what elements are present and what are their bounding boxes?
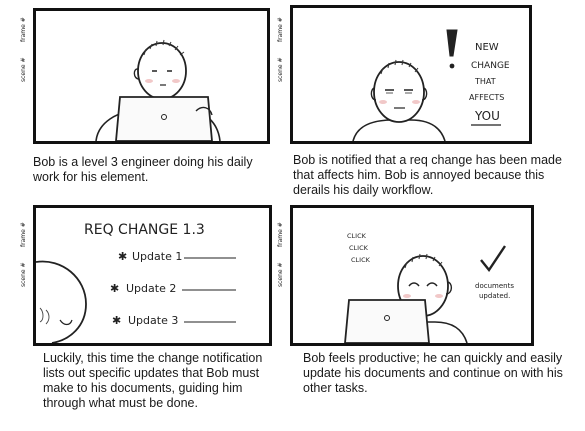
scene-label: scene # <box>20 262 27 287</box>
bob-at-laptop-sketch <box>95 39 221 141</box>
note-line-5: YOU <box>474 109 500 123</box>
documents-note-line-2: updated. <box>479 292 510 300</box>
panel-2-caption: Bob is notified that a req change has be… <box>293 153 562 197</box>
panel-4-side-label: frame # scene # <box>277 215 289 291</box>
bullet-icon: ✱ <box>112 314 121 327</box>
bob-annoyed-sketch: NEW CHANGE THAT AFFECTS YOU <box>352 29 510 141</box>
panel-1-caption: Bob is a level 3 engineer doing his dail… <box>33 155 253 184</box>
note-line-3: THAT <box>474 77 496 86</box>
scene-label: scene # <box>277 262 284 287</box>
panel-2-side-label: frame # scene # <box>277 10 289 86</box>
documents-note-line-1: documents <box>475 282 514 290</box>
note-line-2: CHANGE <box>471 61 510 71</box>
frame-label: frame # <box>277 222 284 247</box>
update-1: Update 1 <box>132 250 182 263</box>
bullet-icon: ✱ <box>110 282 119 295</box>
storyboard-panel-2: NEW CHANGE THAT AFFECTS YOU <box>290 5 532 144</box>
scene-label: scene # <box>20 57 27 82</box>
checkmark-icon <box>480 245 506 273</box>
frame-label: frame # <box>20 17 27 42</box>
storyboard-panel-4: CLICK CLICK CLICK documents updated. <box>290 205 534 346</box>
panel-1-side-label: frame # scene # <box>20 10 32 86</box>
click-text-3: CLICK <box>351 256 371 264</box>
note-line-4: AFFECTS <box>469 93 504 102</box>
req-change-title: REQ CHANGE 1.3 <box>84 222 205 238</box>
note-line-1: NEW <box>475 42 499 53</box>
panel-3-caption: Luckily, this time the change notificati… <box>43 351 263 410</box>
panel-4-caption: Bob feels productive; he can quickly and… <box>303 351 563 395</box>
update-2: Update 2 <box>126 282 176 295</box>
update-3: Update 3 <box>128 314 178 327</box>
panel-3-side-label: frame # scene # <box>20 215 32 291</box>
click-text-1: CLICK <box>347 232 367 240</box>
storyboard-panel-3: REQ CHANGE 1.3 ✱ Update 1 ✱ Update 2 ✱ U… <box>33 205 272 346</box>
click-text-2: CLICK <box>349 244 369 252</box>
bob-productive-sketch: CLICK CLICK CLICK documents updated. <box>344 232 514 343</box>
bullet-icon: ✱ <box>118 250 127 263</box>
scene-label: scene # <box>277 57 284 82</box>
frame-label: frame # <box>20 222 27 247</box>
frame-label: frame # <box>277 17 284 42</box>
req-change-list-sketch: REQ CHANGE 1.3 ✱ Update 1 ✱ Update 2 ✱ U… <box>36 222 236 343</box>
storyboard-panel-1 <box>33 8 270 144</box>
